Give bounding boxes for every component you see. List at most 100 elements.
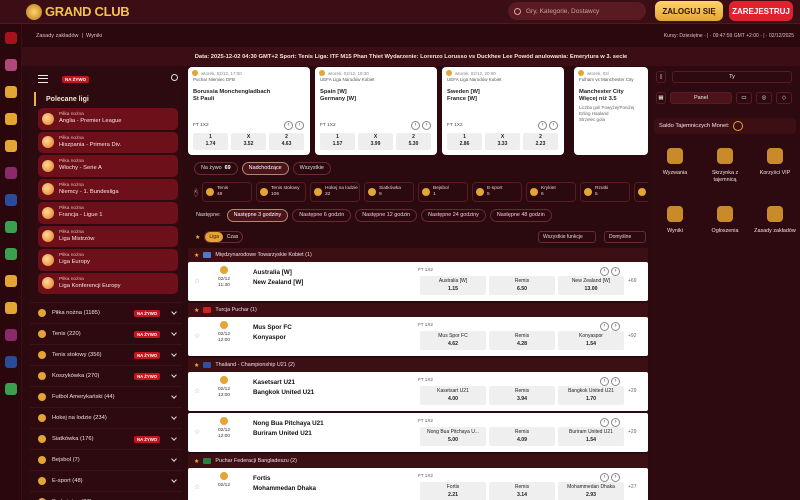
league-group-header[interactable]: ★ Turcja Puchar (1): [188, 303, 648, 317]
panel-tab[interactable]: Panel: [670, 92, 732, 104]
odds-button[interactable]: 1 1.57: [320, 133, 355, 150]
favorite-star-icon[interactable]: ☆: [194, 387, 200, 395]
featured-match-card[interactable]: wtorek, 02/Fulham vs Manchester City Manc…: [574, 67, 648, 155]
sport-item[interactable]: Tenis (220) NA ŻYWO: [30, 323, 182, 344]
tab-1[interactable]: Nadchodzące: [241, 161, 289, 175]
odds-button[interactable]: Mus Spor FC 4.62: [420, 331, 486, 350]
wallet-icon[interactable]: ▭: [736, 92, 752, 104]
login-button[interactable]: ZALOGUJ SIĘ: [655, 1, 723, 21]
featured-league[interactable]: Piłka nożna Hiszpania - Primera Div.: [38, 131, 178, 153]
featured-league[interactable]: Piłka nożna Włochy - Serie A: [38, 155, 178, 177]
sport-filter[interactable]: Siatkówka 9: [364, 182, 414, 202]
odds-button[interactable]: Bangkok United U21 1.70: [558, 386, 624, 405]
sport-item[interactable]: Badminton (27): [30, 491, 182, 500]
prev-icon[interactable]: ‹: [411, 121, 420, 130]
roulette-icon[interactable]: [4, 167, 17, 179]
live2-icon[interactable]: [4, 356, 17, 368]
register-button[interactable]: ZAREJESTRUJ: [729, 1, 793, 21]
odds-button[interactable]: X 3.33: [485, 133, 520, 150]
next-icon[interactable]: ›: [611, 473, 620, 482]
featured-league[interactable]: Piłka nożna Liga Mistrzów: [38, 225, 178, 247]
prev-icon[interactable]: ‹: [600, 473, 609, 482]
grid-icon[interactable]: ▦: [656, 92, 666, 104]
event-row[interactable]: ☆ 02/12 11:30 Australia [W] New Zealand [W] F…: [188, 262, 648, 301]
odds-button[interactable]: New Zealand [W] 13.00: [558, 276, 624, 295]
odds-button[interactable]: Remis 3.14: [489, 482, 555, 500]
next-icon[interactable]: ›: [295, 121, 304, 130]
group-toggle[interactable]: Liga Czas: [204, 231, 244, 243]
more-markets[interactable]: +69: [628, 278, 636, 284]
casino-icon[interactable]: [4, 32, 17, 44]
roulette2-icon[interactable]: [4, 329, 17, 341]
search-input[interactable]: Gry, Kategorie, Dostawcy: [508, 2, 646, 20]
profile-tab[interactable]: Ty: [672, 71, 792, 83]
odds-button[interactable]: Konyaspor 1.54: [558, 331, 624, 350]
odds-button[interactable]: 2 5.30: [396, 133, 431, 150]
prev-sports-icon[interactable]: ‹: [194, 187, 198, 197]
sport-item[interactable]: Koszykówka (270) NA ŻYWO: [30, 365, 182, 386]
prev-icon[interactable]: ‹: [600, 267, 609, 276]
sport-item[interactable]: Siatkówka (176) NA ŻYWO: [30, 428, 182, 449]
quick-link[interactable]: Zasady zakładów: [750, 206, 800, 264]
chevron-down-icon[interactable]: [171, 309, 177, 315]
sport-filter[interactable]: Futsal1: [634, 182, 648, 202]
prev-icon[interactable]: ‹: [284, 121, 293, 130]
more-markets[interactable]: +29: [628, 429, 636, 435]
vip-icon[interactable]: ◇: [776, 92, 792, 104]
league-group-header[interactable]: ★ Puchar Federacji Bangladeszu (2): [188, 454, 648, 468]
next-icon[interactable]: ›: [611, 418, 620, 427]
featured-league[interactable]: Piłka nożna Niemcy - 1. Bundesliga: [38, 178, 178, 200]
sport-filter[interactable]: E-sport 5: [472, 182, 522, 202]
odds-button[interactable]: Remis 3.94: [489, 386, 555, 405]
sort-dropdown[interactable]: Domyślne: [604, 231, 646, 243]
time-option[interactable]: Następne 6 godzin: [292, 208, 352, 222]
event-row[interactable]: ☆ 02/12 Fortis Mohammedan Dhaka FT 1X2 ‹ › Fort…: [188, 468, 648, 500]
odds-button[interactable]: X 3.99: [358, 133, 393, 150]
league-group-header[interactable]: ★ Międzynarodowe Towarzyskie Kobiet (1): [188, 248, 648, 262]
menu-icon[interactable]: [38, 75, 48, 83]
featured-league[interactable]: Piłka nożna Liga Konferencji Europy: [38, 272, 178, 294]
sport-item[interactable]: Piłka nożna (1185) NA ŻYWO: [30, 302, 182, 323]
chevron-down-icon[interactable]: [171, 435, 177, 441]
event-row[interactable]: ☆ 02/12 12:00 Mus Spor FC Konyaspor FT 1X2 ‹ › M…: [188, 317, 648, 356]
toggle-czas[interactable]: Czas: [223, 232, 242, 242]
odds-button[interactable]: Remis 4.28: [489, 331, 555, 350]
quick-link[interactable]: Ogłoszenia: [700, 206, 750, 264]
chevron-down-icon[interactable]: [171, 477, 177, 483]
featured-match-card[interactable]: wtorek, 02/12, 20:00 UEFA Liga Narodów Ko…: [442, 67, 564, 155]
prev-icon[interactable]: ‹: [600, 322, 609, 331]
odds-button[interactable]: Fortis 2.21: [420, 482, 486, 500]
league-group-header[interactable]: ★ Thailand - Championship U21 (2): [188, 358, 648, 372]
star-icon[interactable]: ★: [194, 252, 199, 259]
favorite-star-icon[interactable]: ☆: [194, 428, 200, 436]
star-icon[interactable]: ★: [194, 307, 199, 314]
coins-icon[interactable]: ◎: [756, 92, 772, 104]
odds-button[interactable]: 2 2.23: [523, 133, 558, 150]
sport-item[interactable]: E-sport (48): [30, 470, 182, 491]
home-icon[interactable]: [4, 86, 17, 98]
favorites-star-icon[interactable]: ★: [195, 234, 200, 241]
featured-match-card[interactable]: wtorek, 02/12, 19:30 UEFA Liga Narodów Ko…: [315, 67, 437, 155]
odds-button[interactable]: X 3.52: [231, 133, 266, 150]
favorite-star-icon[interactable]: ☆: [194, 483, 200, 491]
featured-league[interactable]: Piłka nożna Liga Europy: [38, 249, 178, 271]
bet-slip-icon[interactable]: ▯: [656, 71, 666, 83]
next-icon[interactable]: ›: [611, 267, 620, 276]
featured-match-card[interactable]: wtorek, 02/12, 17:00 Puchar Niemiec DFB Bo…: [188, 67, 310, 155]
next-icon[interactable]: ›: [549, 121, 558, 130]
featured-league[interactable]: Piłka nożna Anglia - Premier League: [38, 108, 178, 130]
trophy2-icon[interactable]: [4, 383, 17, 395]
favorite-star-icon[interactable]: ☆: [194, 277, 200, 285]
spade2-icon[interactable]: [4, 275, 17, 287]
event-row[interactable]: ☆ 02/12 12:00 Kasetsart U21 Bangkok United U…: [188, 372, 648, 411]
sidebar-search-icon[interactable]: [171, 74, 178, 81]
featured-league[interactable]: Piłka nożna Francja - Ligue 1: [38, 202, 178, 224]
features-dropdown[interactable]: Wszystkie funkcje: [538, 231, 596, 243]
odds-button[interactable]: Mohammedan Dhaka 2.93: [558, 482, 624, 500]
sport-filter[interactable]: Hokej na lodzie 32: [310, 182, 360, 202]
chevron-down-icon[interactable]: [171, 414, 177, 420]
prev-icon[interactable]: ‹: [538, 121, 547, 130]
next-icon[interactable]: ›: [611, 377, 620, 386]
quick-link[interactable]: Wyzwania: [650, 148, 700, 206]
odds-button[interactable]: 2 4.63: [269, 133, 304, 150]
